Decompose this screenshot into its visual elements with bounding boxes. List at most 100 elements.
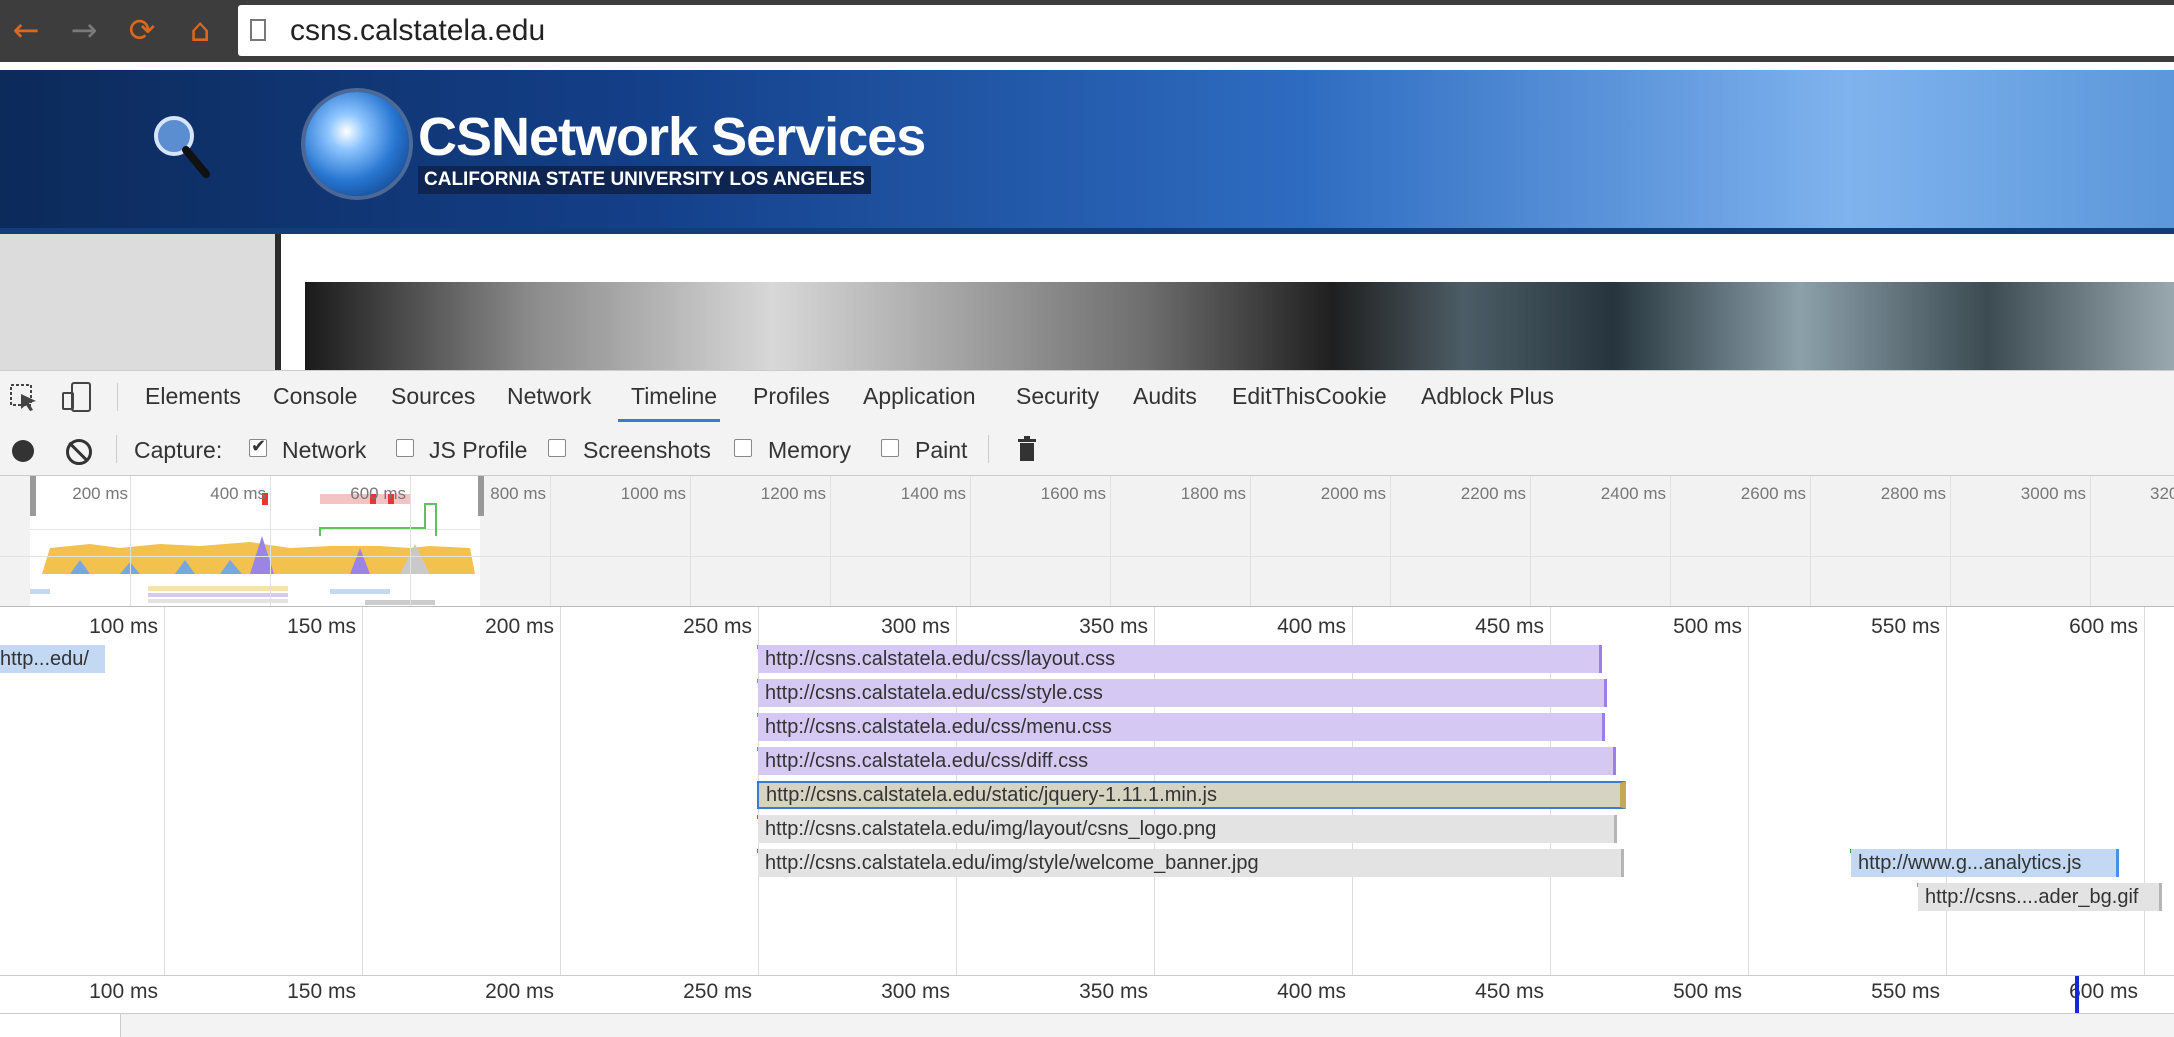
drawer-tab[interactable] [0, 1014, 121, 1037]
overview-tick: 2200 ms [1460, 484, 1526, 503]
detail-tick: 300 ms [881, 615, 950, 638]
tab-security[interactable]: Security [1016, 383, 1099, 410]
tab-editthiscookie[interactable]: EditThisCookie [1232, 383, 1387, 410]
request-bar-header-bg-gif[interactable]: http://csns....ader_bg.gif [1918, 883, 2162, 911]
overview-tick: 2400 ms [1600, 484, 1666, 503]
overview-tick: 2800 ms [1880, 484, 1946, 503]
back-arrow-icon[interactable]: ← [6, 10, 46, 50]
overview-tick: 200 ms [72, 484, 128, 503]
bottom-tick: 600 ms [2069, 980, 2138, 1003]
home-icon[interactable]: ⌂ [180, 10, 220, 50]
overview-tick: 1600 ms [1040, 484, 1106, 503]
left-sidebar [0, 234, 281, 370]
network-checkbox[interactable] [249, 436, 267, 457]
trash-icon[interactable] [1017, 436, 1037, 462]
bottom-tick: 350 ms [1079, 980, 1148, 1003]
request-bar-jquery-js[interactable]: http://csns.calstatela.edu/static/jquery… [757, 781, 1626, 809]
selected-tab-indicator [618, 419, 720, 422]
detail-tick: 550 ms [1871, 615, 1940, 638]
overview-tick: 3000 ms [2020, 484, 2086, 503]
timeline-overview[interactable]: 200 ms 400 ms 600 ms 800 ms 1000 ms 1200… [0, 476, 2174, 607]
tab-application[interactable]: Application [863, 383, 976, 410]
inspect-element-icon[interactable] [8, 381, 42, 413]
timeline-toolbar: Capture: Network JS Profile Screenshots … [0, 423, 2174, 476]
overview-tick: 600 ms [350, 484, 406, 503]
js-profile-checkbox-label[interactable]: JS Profile [429, 437, 527, 464]
detail-tick: 350 ms [1079, 615, 1148, 638]
request-bar-diff-css[interactable]: http://csns.calstatela.edu/css/diff.css [758, 747, 1616, 775]
bottom-tick: 100 ms [89, 980, 158, 1003]
site-banner: CSNetwork Services CALIFORNIA STATE UNIV… [0, 70, 2174, 234]
logo-title: CSNetwork Services [418, 107, 926, 167]
overview-tick: 1000 ms [620, 484, 686, 503]
devtools-tabbar: Elements Console Sources Network Timelin… [0, 371, 2174, 424]
tab-sources[interactable]: Sources [391, 383, 475, 410]
overview-tick: 800 ms [490, 484, 546, 503]
bottom-time-ruler: 100 ms 150 ms 200 ms 250 ms 300 ms 350 m… [0, 975, 2174, 1014]
request-bar-menu-css[interactable]: http://csns.calstatela.edu/css/menu.css [758, 713, 1605, 741]
request-bar-layout-css[interactable]: http://csns.calstatela.edu/css/layout.cs… [758, 645, 1602, 673]
js-profile-checkbox[interactable] [396, 439, 414, 457]
reload-icon[interactable]: ⟳ [122, 10, 162, 50]
request-bar-csns-logo-png[interactable]: http://csns.calstatela.edu/img/layout/cs… [758, 815, 1617, 843]
tab-elements[interactable]: Elements [145, 383, 241, 410]
time-cursor[interactable] [2075, 976, 2079, 1014]
paint-checkbox[interactable] [881, 439, 899, 457]
bottom-tick: 150 ms [287, 980, 356, 1003]
detail-tick: 150 ms [287, 615, 356, 638]
tab-timeline[interactable]: Timeline [631, 383, 717, 410]
bottom-tick: 200 ms [485, 980, 554, 1003]
request-bar-style-css[interactable]: http://csns.calstatela.edu/css/style.css [758, 679, 1607, 707]
overview-tick: 2600 ms [1740, 484, 1806, 503]
bottom-tick: 450 ms [1475, 980, 1544, 1003]
logo-globe-icon [305, 92, 409, 196]
request-bar-analytics-js[interactable]: http://www.g...analytics.js [1851, 849, 2119, 877]
screenshots-checkbox-label[interactable]: Screenshots [583, 437, 711, 464]
overview-tick: 1400 ms [900, 484, 966, 503]
tab-network[interactable]: Network [507, 383, 591, 410]
detail-tick: 200 ms [485, 615, 554, 638]
detail-tick: 400 ms [1277, 615, 1346, 638]
devtools-panel: Elements Console Sources Network Timelin… [0, 370, 2174, 1037]
bottom-tick: 400 ms [1277, 980, 1346, 1003]
devtools-drawer-strip [0, 1013, 2174, 1037]
tab-console[interactable]: Console [273, 383, 357, 410]
bottom-tick: 550 ms [1871, 980, 1940, 1003]
device-mode-icon[interactable] [60, 381, 94, 413]
bottom-tick: 300 ms [881, 980, 950, 1003]
overview-tick: 2000 ms [1320, 484, 1386, 503]
page-icon [250, 19, 266, 41]
web-page-viewport: CSNetwork Services CALIFORNIA STATE UNIV… [0, 62, 2174, 370]
logo-subtitle: CALIFORNIA STATE UNIVERSITY LOS ANGELES [418, 166, 871, 194]
network-checkbox-label[interactable]: Network [282, 437, 366, 464]
paint-checkbox-label[interactable]: Paint [915, 437, 967, 464]
record-icon[interactable] [12, 440, 34, 462]
bottom-tick: 250 ms [683, 980, 752, 1003]
memory-checkbox-label[interactable]: Memory [768, 437, 851, 464]
memory-checkbox[interactable] [734, 439, 752, 457]
timeline-network-flamechart[interactable]: 100 ms 150 ms 200 ms 250 ms 300 ms 350 m… [0, 607, 2174, 1002]
address-bar[interactable]: csns.calstatela.edu [238, 5, 2174, 56]
capture-label: Capture: [134, 437, 223, 463]
overview-tick: 1200 ms [760, 484, 826, 503]
tab-audits[interactable]: Audits [1133, 383, 1197, 410]
overview-tick: 1800 ms [1180, 484, 1246, 503]
detail-tick: 100 ms [89, 615, 158, 638]
hero-image [305, 282, 2174, 370]
tab-adblock-plus[interactable]: Adblock Plus [1421, 383, 1554, 410]
detail-tick: 500 ms [1673, 615, 1742, 638]
address-url[interactable]: csns.calstatela.edu [290, 14, 545, 48]
request-bar-document[interactable]: http...edu/ [0, 645, 105, 673]
forward-arrow-icon[interactable]: → [64, 10, 104, 50]
browser-toolbar: ← → ⟳ ⌂ csns.calstatela.edu [0, 0, 2174, 62]
request-bar-welcome-banner-jpg[interactable]: http://csns.calstatela.edu/img/style/wel… [758, 849, 1624, 877]
detail-tick: 450 ms [1475, 615, 1544, 638]
bottom-tick: 500 ms [1673, 980, 1742, 1003]
overview-tick: 320 [2150, 484, 2174, 503]
search-icon[interactable] [148, 112, 212, 180]
detail-tick: 600 ms [2069, 615, 2138, 638]
clear-icon[interactable] [66, 439, 92, 465]
detail-tick: 250 ms [683, 615, 752, 638]
screenshots-checkbox[interactable] [548, 439, 566, 457]
tab-profiles[interactable]: Profiles [753, 383, 830, 410]
